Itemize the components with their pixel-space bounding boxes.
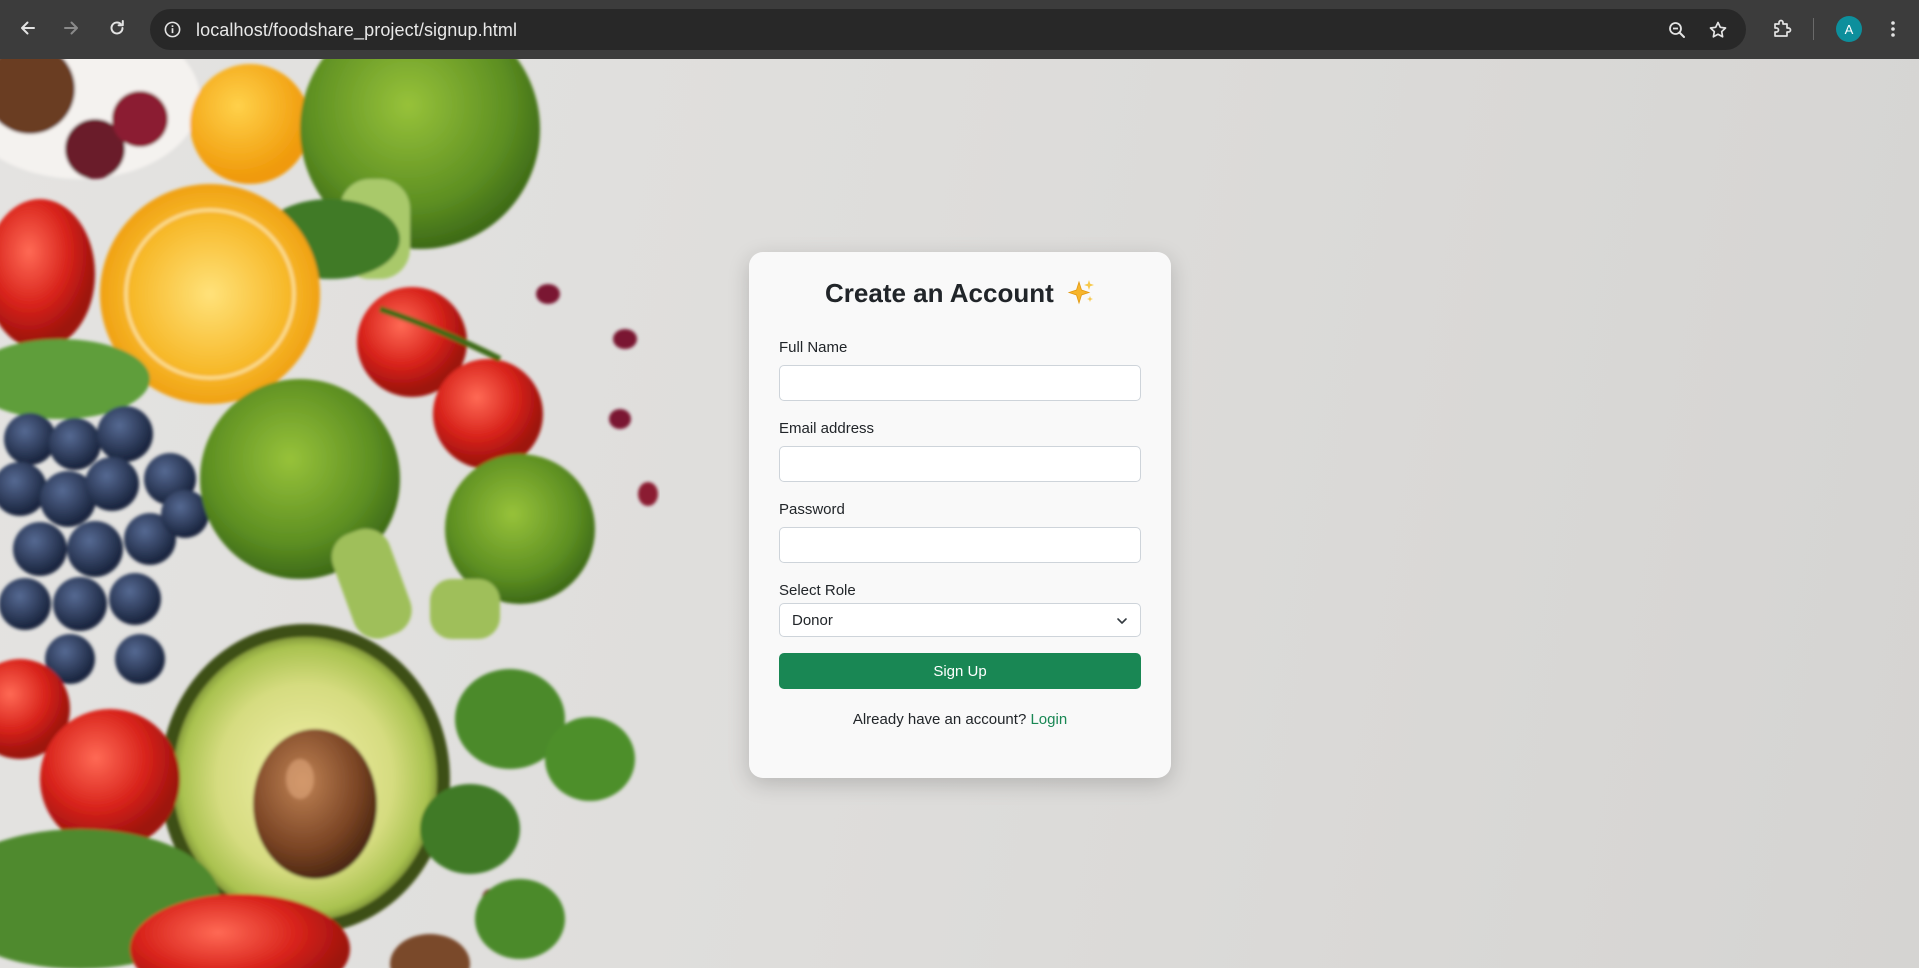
page-background: Create an Account Full Name Email addres… [0,59,1919,968]
role-select[interactable]: Donor [779,603,1141,637]
login-link[interactable]: Login [1030,711,1067,728]
url-text[interactable]: localhost/foodshare_project/signup.html [196,20,517,41]
forward-arrow-icon[interactable] [55,12,87,44]
sparkles-icon [1067,280,1094,305]
reload-icon[interactable] [101,12,133,44]
profile-avatar[interactable]: A [1836,16,1862,42]
site-info-icon[interactable] [158,15,187,44]
full-name-input[interactable] [779,365,1141,401]
sign-up-button[interactable]: Sign Up [779,653,1141,689]
browser-toolbar: localhost/foodshare_project/signup.html … [0,0,1919,59]
zoom-out-icon[interactable] [1664,17,1690,43]
email-label: Email address [779,420,875,437]
address-bar[interactable]: localhost/foodshare_project/signup.html [150,9,1746,50]
food-background-image [0,59,658,968]
bookmark-star-icon[interactable] [1705,17,1731,43]
back-arrow-icon[interactable] [12,12,44,44]
extensions-puzzle-icon[interactable] [1767,14,1797,44]
page-title: Create an Account [749,278,1171,309]
menu-kebab-icon[interactable] [1878,14,1908,44]
full-name-label: Full Name [779,339,848,356]
email-input[interactable] [779,446,1141,482]
chevron-down-icon [1117,618,1127,624]
role-label: Select Role [779,582,856,599]
password-label: Password [779,501,845,518]
signup-card: Create an Account Full Name Email addres… [749,252,1171,778]
role-selected-value: Donor [792,612,833,629]
title-text: Create an Account [825,278,1054,308]
login-prompt-text: Already have an account? [852,711,1027,728]
password-input[interactable] [779,527,1141,563]
toolbar-divider [1813,18,1814,40]
login-prompt: Already have an account? Login [749,711,1171,728]
